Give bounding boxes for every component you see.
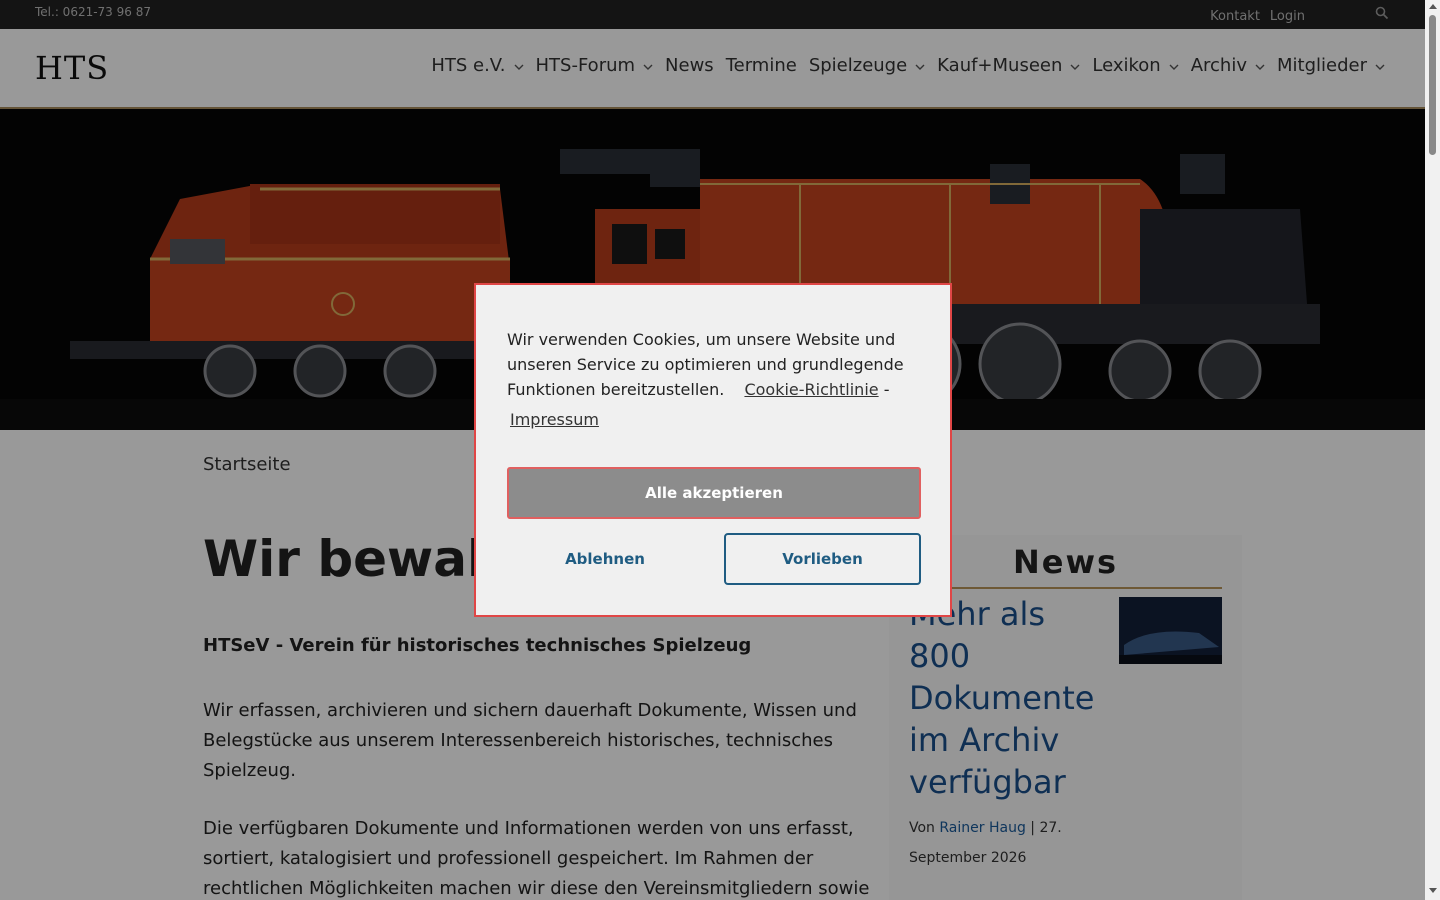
scrollbar-thumb[interactable] bbox=[1429, 15, 1436, 155]
scroll-down-icon[interactable] bbox=[1429, 888, 1437, 893]
cookie-consent-dialog: Wir verwenden Cookies, um unsere Website… bbox=[474, 283, 952, 617]
decline-button[interactable]: Ablehnen bbox=[507, 533, 703, 585]
imprint-link[interactable]: Impressum bbox=[510, 410, 599, 429]
preferences-button[interactable]: Vorlieben bbox=[724, 533, 921, 585]
accept-all-button[interactable]: Alle akzeptieren bbox=[507, 467, 921, 519]
cookie-policy-link[interactable]: Cookie-Richtlinie bbox=[744, 380, 878, 399]
link-separator: - bbox=[883, 380, 890, 399]
scroll-up-icon[interactable] bbox=[1429, 4, 1437, 9]
page-scrollbar[interactable] bbox=[1425, 0, 1440, 900]
cookie-text-block: Wir verwenden Cookies, um unsere Website… bbox=[507, 327, 927, 402]
